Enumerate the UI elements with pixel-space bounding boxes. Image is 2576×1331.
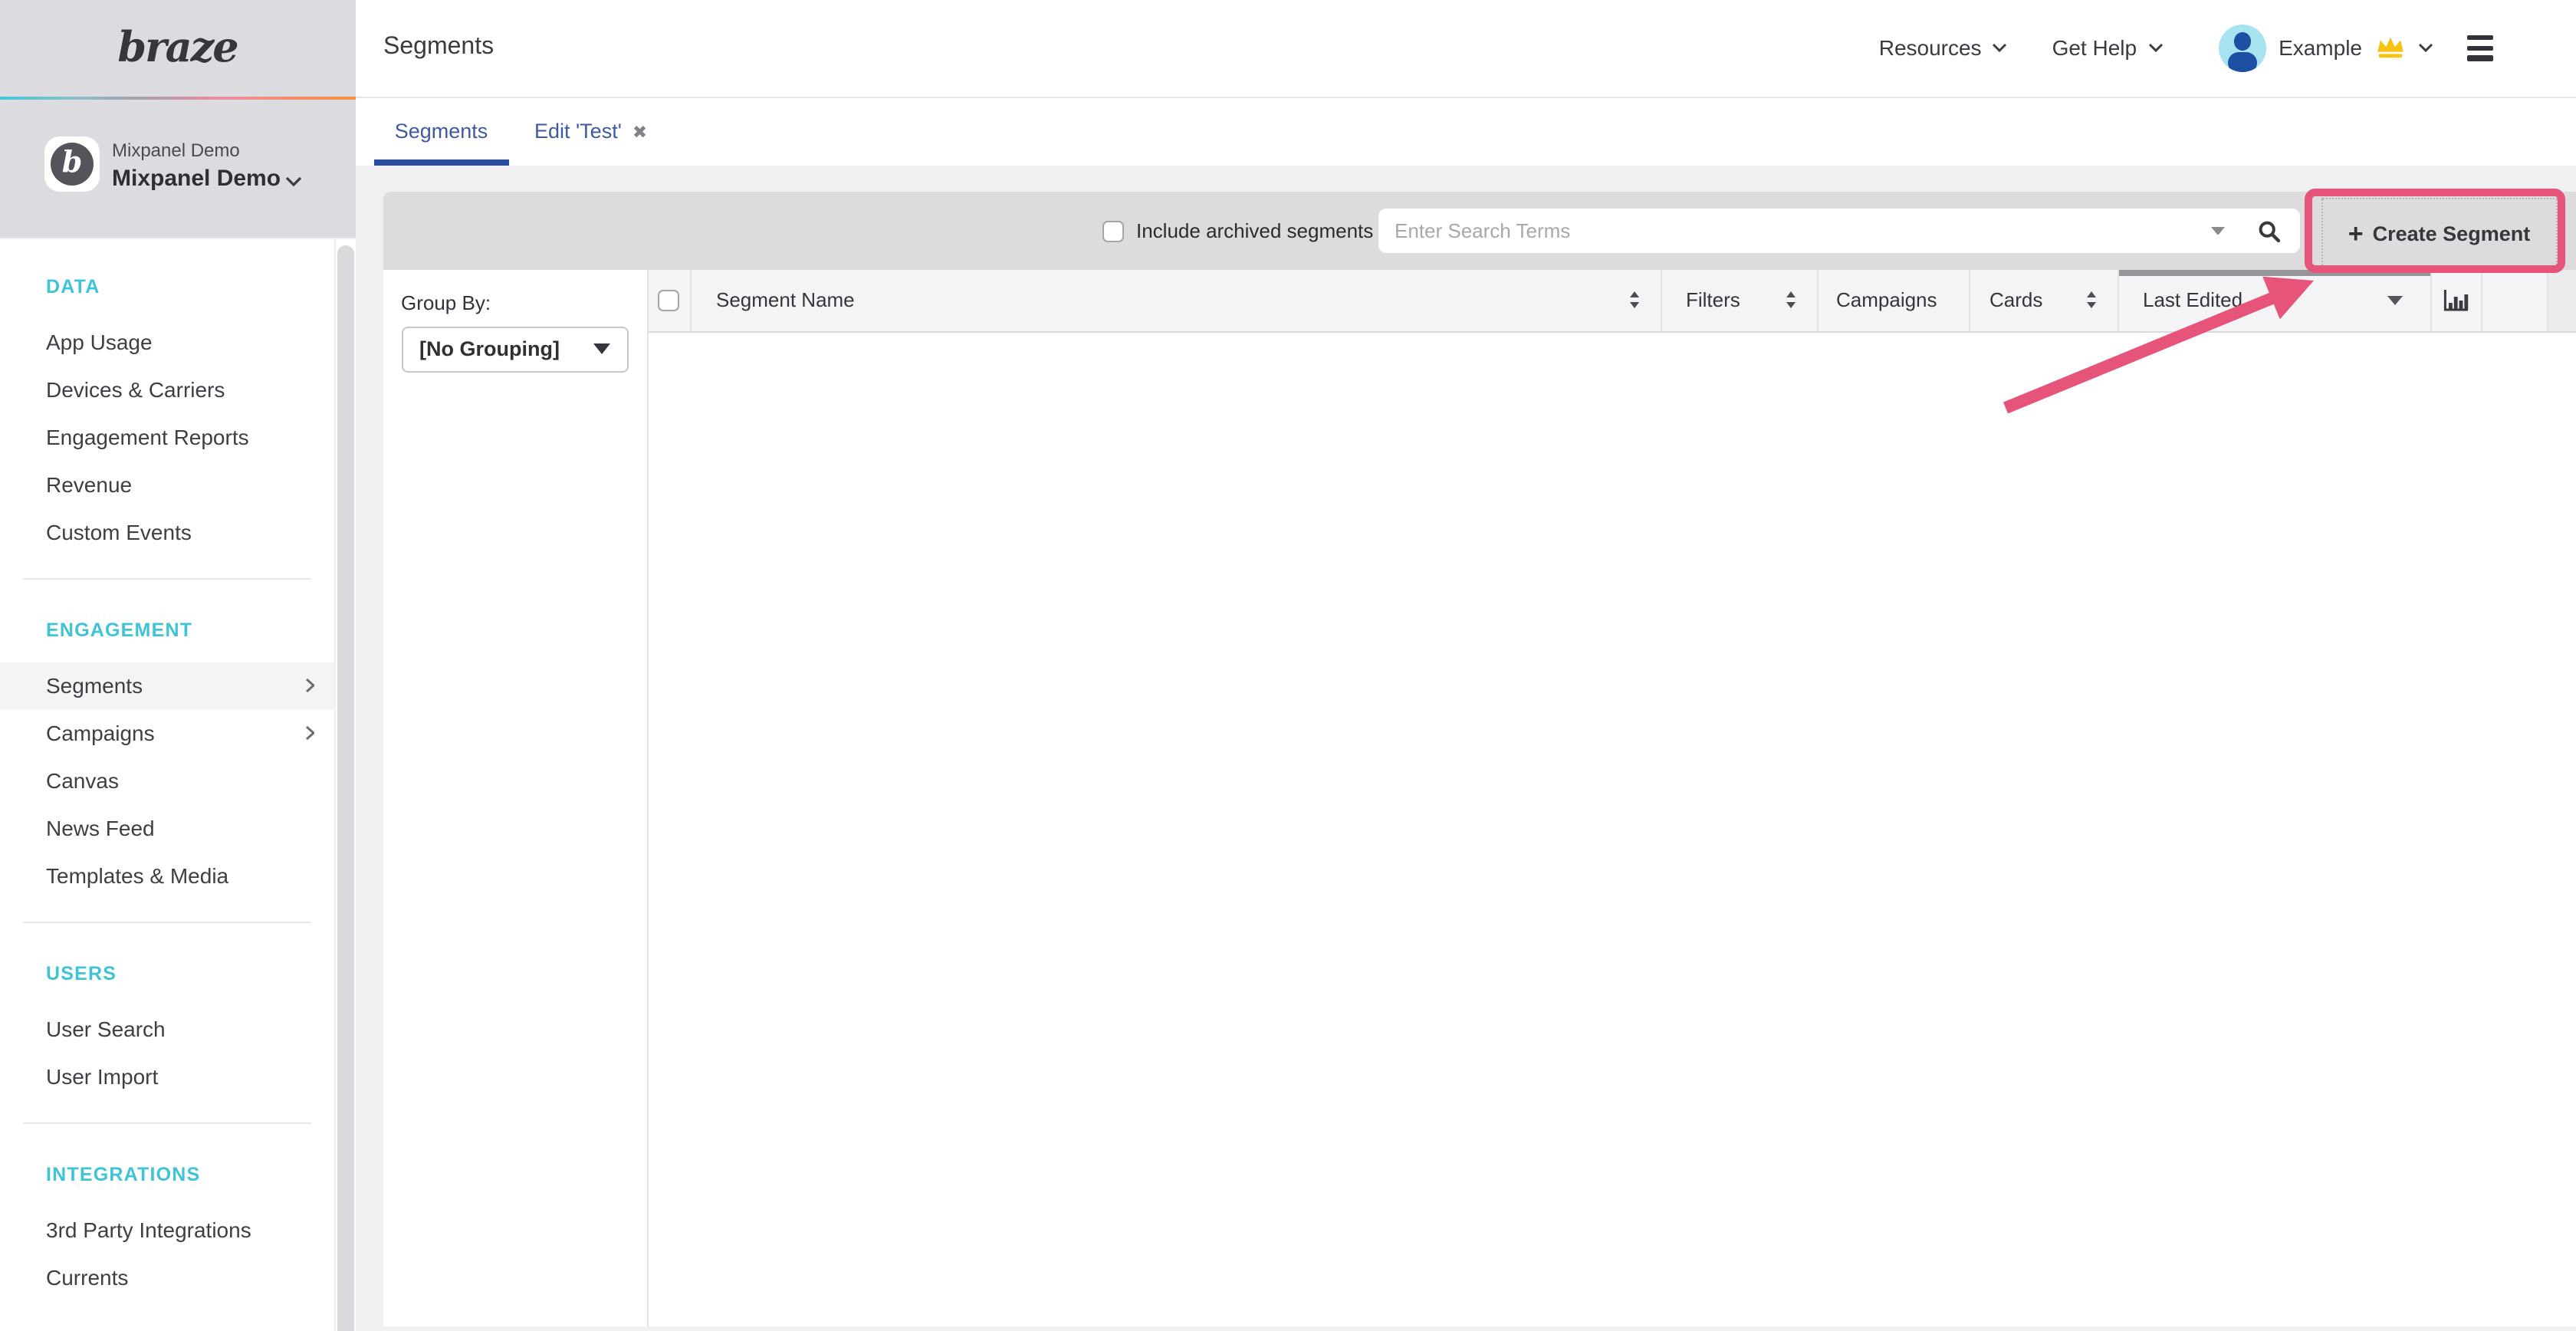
sort-caret-icon[interactable] xyxy=(2387,296,2402,305)
user-menu[interactable]: Example xyxy=(2218,24,2433,72)
sidebar-nav: DATA App Usage Devices & Carriers Engage… xyxy=(0,238,336,1331)
sidebar-item-templates-media[interactable]: Templates & Media xyxy=(0,852,334,899)
select-all-cell xyxy=(648,270,690,330)
chevron-down-icon xyxy=(2147,44,2163,53)
sort-icon[interactable] xyxy=(2085,291,2097,311)
tab-segments[interactable]: Segments xyxy=(374,97,508,165)
sidebar-item-news-feed[interactable]: News Feed xyxy=(0,804,334,852)
column-segment-name[interactable]: Segment Name xyxy=(690,270,1660,330)
braze-dashboard: braze b Mixpanel Demo Mixpanel Demo DATA… xyxy=(0,0,2576,1331)
braze-logo: braze xyxy=(117,25,237,72)
hamburger-menu-icon[interactable] xyxy=(2466,35,2493,61)
create-segment-button[interactable]: + Create Segment xyxy=(2321,198,2557,268)
table-scroll-gutter xyxy=(2547,270,2576,330)
chevron-down-icon xyxy=(1993,44,2008,53)
workspace-company: Mixpanel Demo xyxy=(112,140,240,162)
include-archived-label: Include archived segments xyxy=(1136,219,1373,242)
segments-content: Include archived segments + Create Segme… xyxy=(383,192,2576,1326)
sort-icon[interactable] xyxy=(1784,291,1796,311)
segments-table-header: Segment Name Filters Campaigns Cards xyxy=(648,270,2576,332)
chevron-down-icon xyxy=(285,177,302,188)
sidebar-divider xyxy=(23,577,311,579)
tab-bar: Segments Edit 'Test' ✖ xyxy=(355,97,2576,165)
sidebar-item-revenue[interactable]: Revenue xyxy=(0,461,334,508)
search-dropdown-caret-icon[interactable] xyxy=(2211,227,2225,235)
column-analytics[interactable] xyxy=(2430,270,2481,330)
braze-b-icon: b xyxy=(51,143,94,186)
segments-toolbar: Include archived segments + Create Segme… xyxy=(383,192,2576,270)
column-campaigns[interactable]: Campaigns xyxy=(1816,270,1968,330)
group-by-dropdown[interactable]: [No Grouping] xyxy=(401,326,629,372)
sidebar-item-devices-carriers[interactable]: Devices & Carriers xyxy=(0,366,334,413)
sidebar-item-user-search[interactable]: User Search xyxy=(0,1005,334,1053)
sidebar-section-users: USERS xyxy=(46,962,334,984)
tab-edit-test[interactable]: Edit 'Test' ✖ xyxy=(534,97,647,165)
user-name: Example xyxy=(2279,36,2362,61)
bar-chart-icon xyxy=(2443,288,2470,313)
column-last-edited[interactable]: Last Edited xyxy=(2117,270,2430,330)
column-cards[interactable]: Cards xyxy=(1968,270,2117,330)
include-archived-row: Include archived segments xyxy=(1102,192,1373,270)
sidebar-divider xyxy=(23,921,311,922)
dropdown-caret-icon xyxy=(593,343,610,354)
get-help-menu[interactable]: Get Help xyxy=(2052,36,2164,61)
top-bar: Segments Resources Get Help Example xyxy=(355,0,2576,97)
sidebar-item-segments[interactable]: Segments xyxy=(0,662,334,709)
sidebar-item-3rd-party-integrations[interactable]: 3rd Party Integrations xyxy=(0,1206,334,1254)
plus-icon: + xyxy=(2348,220,2364,246)
sidebar-scrollbar-thumb[interactable] xyxy=(337,245,353,1331)
workspace-app-icon: b xyxy=(44,137,100,192)
chevron-right-icon xyxy=(304,725,314,741)
page-title: Segments xyxy=(383,35,494,62)
sidebar-section-engagement: ENGAGEMENT xyxy=(46,619,334,640)
group-by-panel: Group By: [No Grouping] xyxy=(383,270,648,1326)
sidebar-item-custom-events[interactable]: Custom Events xyxy=(0,508,334,556)
search-icon[interactable] xyxy=(2259,220,2280,242)
brand-header: braze xyxy=(0,0,355,97)
sidebar-divider xyxy=(23,1122,311,1123)
workspace-selector[interactable]: b Mixpanel Demo Mixpanel Demo xyxy=(0,100,355,238)
sidebar-item-app-usage[interactable]: App Usage xyxy=(0,318,334,366)
sidebar-item-campaigns[interactable]: Campaigns xyxy=(0,709,334,757)
segments-table-body xyxy=(648,332,2576,1326)
sidebar-section-integrations: INTEGRATIONS xyxy=(46,1163,334,1185)
user-avatar xyxy=(2218,24,2266,72)
sidebar-item-user-import[interactable]: User Import xyxy=(0,1053,334,1100)
column-actions-empty xyxy=(2481,270,2547,330)
group-by-label: Group By: xyxy=(401,291,491,314)
sidebar-item-engagement-reports[interactable]: Engagement Reports xyxy=(0,413,334,461)
search-input[interactable] xyxy=(1378,219,2211,242)
sidebar-item-canvas[interactable]: Canvas xyxy=(0,757,334,804)
sidebar-item-currents[interactable]: Currents xyxy=(0,1254,334,1301)
column-filters[interactable]: Filters xyxy=(1660,270,1816,330)
sidebar-section-data: DATA xyxy=(46,275,334,297)
include-archived-checkbox[interactable] xyxy=(1102,220,1124,242)
close-tab-icon[interactable]: ✖ xyxy=(632,120,647,142)
sidebar-scrollbar-track xyxy=(336,238,355,1331)
workspace-name: Mixpanel Demo xyxy=(112,166,281,192)
chevron-right-icon xyxy=(304,678,314,693)
crown-icon xyxy=(2374,36,2405,61)
resources-menu[interactable]: Resources xyxy=(1879,36,2008,61)
segment-search-field xyxy=(1378,209,2300,253)
top-bar-right-nav: Resources Get Help Example xyxy=(1879,24,2493,72)
select-all-checkbox[interactable] xyxy=(659,290,680,311)
chevron-down-icon xyxy=(2417,44,2433,53)
sort-icon[interactable] xyxy=(1628,291,1640,311)
